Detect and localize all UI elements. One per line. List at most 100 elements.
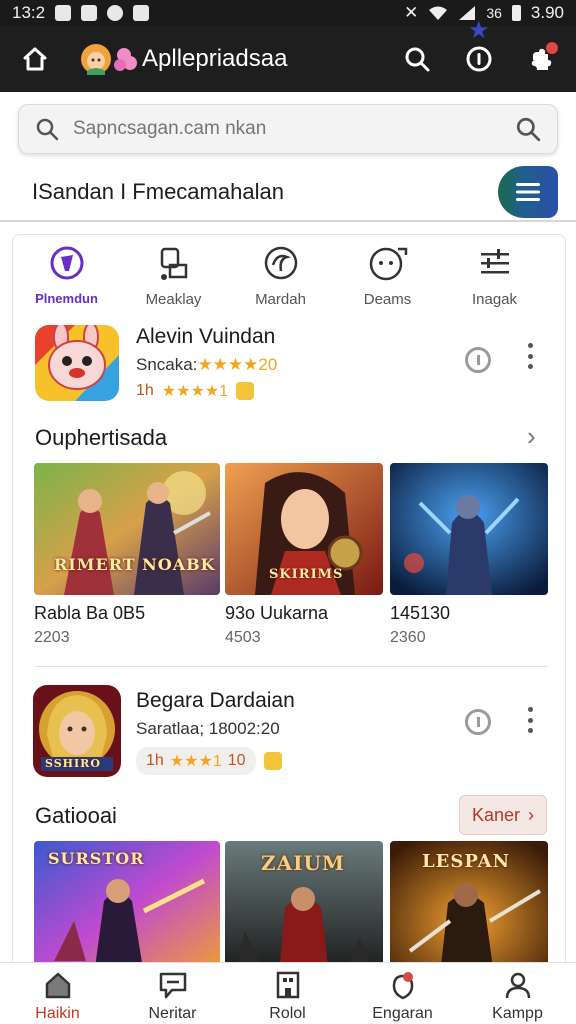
mute-icon: ✕ — [404, 3, 419, 22]
more-options-button[interactable] — [527, 343, 533, 369]
more-button[interactable]: Kaner › — [459, 795, 547, 835]
search-button[interactable] — [400, 42, 434, 76]
nav-label: Rolol — [269, 1005, 306, 1022]
tile-art-text: LESPAN — [422, 851, 511, 872]
game-tile[interactable] — [390, 463, 548, 595]
download-button[interactable] — [465, 709, 491, 735]
game-tile[interactable]: RIMERT NOABK — [34, 463, 220, 595]
download-button[interactable] — [465, 347, 491, 373]
status-bar: 13:2 ✕ 36 3.90 — [0, 0, 576, 26]
game-tile[interactable]: ZAIUM — [225, 841, 383, 973]
tile-art-text: ZAIUM — [261, 851, 346, 875]
circle-swirl-icon — [264, 246, 297, 280]
nav-item-profile[interactable]: Kampp — [460, 963, 575, 1024]
search-input[interactable] — [73, 118, 515, 140]
meta-prefix: 1h — [146, 752, 164, 769]
status-time: 13:2 — [12, 3, 46, 22]
app-list-item[interactable]: Alevin Vuindan Sncaka:★★★★20 1h ★★★★1 — [13, 325, 565, 405]
search-bar[interactable] — [18, 104, 558, 154]
search-icon — [405, 47, 430, 72]
brand[interactable]: Apllepriadsaa — [80, 41, 287, 77]
tile-art-text: SURSTOR — [48, 849, 145, 868]
meta-suffix: 10 — [227, 752, 246, 769]
settings-notif-icon — [107, 5, 124, 21]
nav-item-home[interactable]: Haikin — [0, 963, 115, 1024]
home-icon — [45, 972, 70, 999]
tile-art-text: RIMERT NOABK — [54, 555, 216, 574]
notification-n-icon — [55, 5, 72, 21]
info-circle-icon — [466, 46, 492, 72]
notifications-button[interactable] — [524, 42, 558, 76]
app-sub-text: Sncaka: — [136, 355, 198, 374]
building-icon — [276, 971, 299, 999]
search-submit-icon[interactable] — [515, 116, 541, 142]
brand-logo — [80, 41, 140, 77]
nav-item-chat[interactable]: Neritar — [115, 963, 230, 1024]
home-button[interactable] — [18, 42, 52, 76]
section-title: Gatiooai — [35, 803, 117, 828]
tile-art-text: SKIRIMS — [269, 567, 344, 582]
nav-label: Haikin — [35, 1005, 80, 1022]
breadcrumb: ISandan I Fmecamahalan — [0, 164, 576, 222]
person-icon — [505, 972, 530, 999]
game-tile[interactable]: LESPAN — [390, 841, 548, 973]
shield-brush-icon — [50, 246, 83, 280]
notification-badge — [546, 42, 558, 54]
battery-icon — [511, 5, 521, 21]
nav-label: Engaran — [372, 1005, 433, 1022]
more-label: Kaner — [471, 804, 521, 825]
category-item-inagak[interactable]: Inagak — [441, 243, 548, 323]
badge-icon — [236, 382, 255, 400]
flag-square-icon — [160, 247, 187, 280]
game-tile[interactable]: SKIRIMS — [225, 463, 383, 595]
app-icon-begara[interactable]: SSHIRO — [33, 685, 121, 777]
more-options-button[interactable] — [527, 707, 533, 733]
app-list-item[interactable]: SSHIRO Begara Dardaian Saratlaa; 18002:2… — [13, 685, 565, 777]
menu-button[interactable] — [498, 166, 558, 218]
tile-title: Rabla Ba 0B5 — [34, 603, 146, 623]
meta-stars: ★★★1 — [169, 753, 222, 770]
category-label: Mardah — [255, 291, 306, 308]
app-name: Alevin Vuindan — [136, 325, 276, 348]
category-item-plnemdun[interactable]: Plnemdun — [13, 243, 120, 323]
hamburger-menu-icon — [516, 183, 540, 201]
app-icon-alevin[interactable] — [35, 325, 119, 401]
info-button[interactable] — [462, 42, 496, 76]
category-item-deams[interactable]: Deams — [334, 243, 441, 323]
category-item-meaklay[interactable]: Meaklay — [120, 243, 227, 323]
section-title: Ouphertisada — [35, 425, 168, 450]
nav-item-building[interactable]: Rolol — [230, 963, 345, 1024]
tile-subtitle: 2360 — [390, 629, 426, 646]
app-subtitle: Saratlaa; 18002:20 — [136, 719, 280, 738]
category-label: Deams — [363, 291, 412, 308]
app-subtitle: Sncaka:★★★★20 — [136, 355, 277, 375]
app-title: Apllepriadsaa — [142, 45, 288, 72]
tile-subtitle: 4503 — [225, 629, 261, 646]
tile-subtitle: 2203 — [34, 629, 70, 646]
sliders-icon — [480, 249, 509, 274]
game-tile[interactable]: SURSTOR — [34, 841, 220, 973]
bottom-navigation: Haikin Neritar Rolol Engaran Kampp — [0, 962, 576, 1024]
status-clock: 3.90 — [530, 3, 564, 22]
rating-pill: 1h ★★★1 10 — [136, 747, 256, 775]
star-icon[interactable]: ★ — [468, 16, 490, 45]
app-meta: 1h ★★★1 10 — [136, 747, 282, 775]
category-bar: Plnemdun Meaklay Mardah Deams Inagak — [13, 243, 565, 323]
image-notif-icon — [133, 5, 150, 21]
chat-icon — [159, 972, 186, 999]
face-circle-icon — [369, 247, 407, 281]
category-item-mardah[interactable]: Mardah — [227, 243, 334, 323]
divider — [35, 666, 547, 667]
nav-label: Neritar — [148, 1005, 197, 1022]
app-meta: 1h ★★★★1 — [136, 381, 255, 401]
home-outline-icon — [23, 47, 47, 71]
app-name: Begara Dardaian — [136, 689, 295, 712]
breadcrumb-text[interactable]: ISandan I Fmecamahalan — [32, 179, 284, 205]
category-label: Inagak — [471, 291, 518, 308]
top-app-bar: Apllepriadsaa — [0, 26, 576, 92]
wifi-icon — [429, 6, 448, 20]
nav-item-explore[interactable]: Engaran — [345, 963, 460, 1024]
content-card: Plnemdun Meaklay Mardah Deams Inagak Ale… — [12, 234, 566, 974]
app-sub-rating: ★★★★20 — [197, 355, 278, 374]
chevron-right-icon[interactable]: › — [527, 421, 536, 452]
